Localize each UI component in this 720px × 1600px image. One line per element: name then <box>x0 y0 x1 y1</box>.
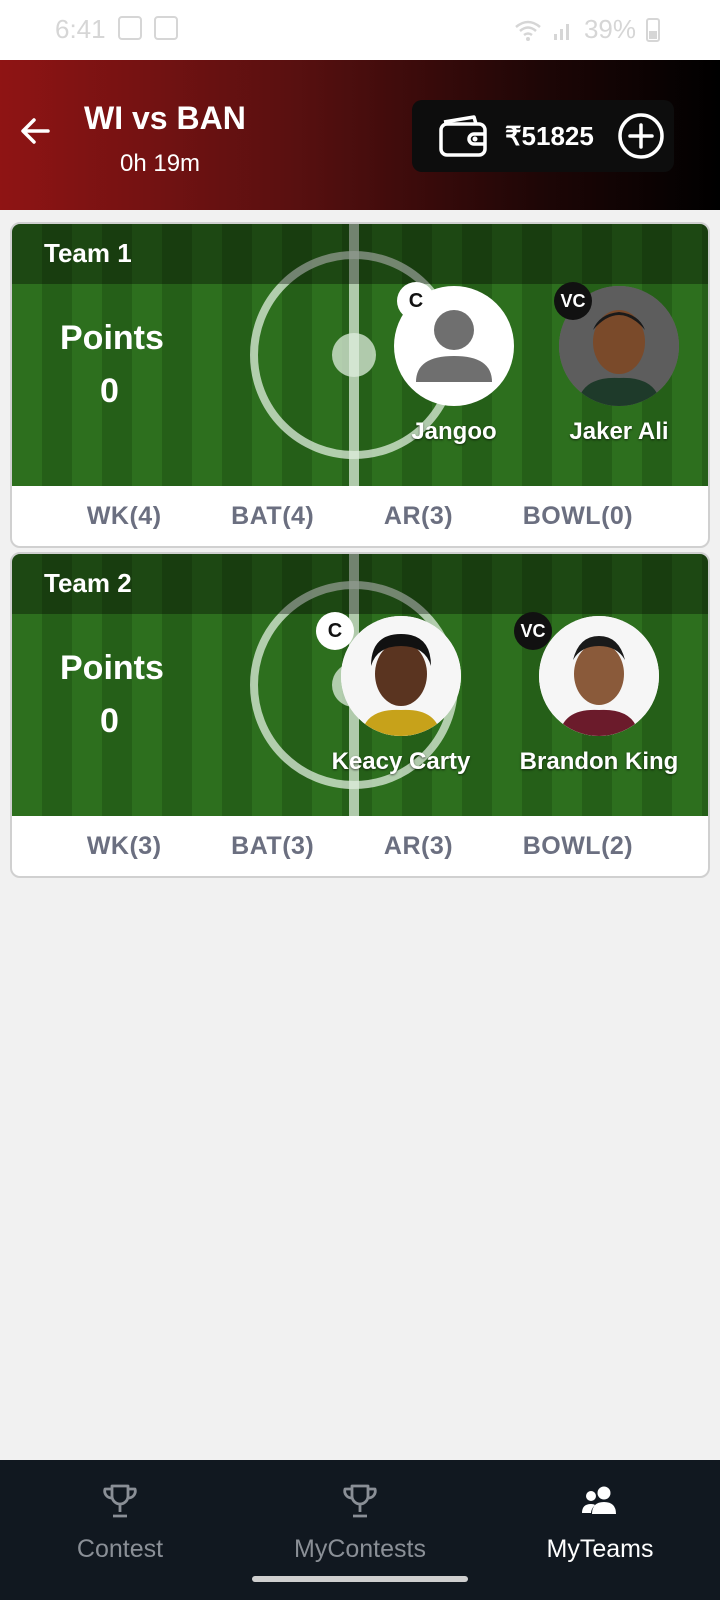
nav-contest-label: Contest <box>76 1535 164 1563</box>
ar-count: AR(3) <box>383 501 454 530</box>
status-time: 6:41 <box>55 14 106 44</box>
wifi-icon <box>515 20 541 41</box>
nav-mycontests[interactable]: MyContests <box>240 1482 480 1564</box>
battery-icon <box>646 17 660 42</box>
wallet-icon <box>439 115 487 157</box>
team-name: Team 1 <box>44 238 132 268</box>
team-card[interactable]: Team 2 Points 0 C Keacy Carty VC Brandon… <box>10 552 710 878</box>
vice-captain-badge: VC <box>514 612 552 650</box>
wallet-box[interactable]: ₹51825 <box>412 100 674 172</box>
bottom-navigation: Contest MyContests MyTeams <box>0 1460 720 1600</box>
player-avatar <box>539 616 659 736</box>
arrow-left-icon <box>21 118 50 144</box>
wk-count: WK(4) <box>86 501 162 530</box>
nav-myteams-label: MyTeams <box>546 1535 654 1563</box>
captain-player[interactable]: C Keacy Carty <box>316 612 486 776</box>
bat-count: BAT(3) <box>231 831 315 860</box>
status-notification-icons <box>118 16 178 40</box>
status-system-icons: 39% <box>514 14 660 45</box>
bat-count: BAT(4) <box>231 501 315 530</box>
captain-name: Keacy Carty <box>331 748 471 775</box>
role-counts: WK(4) BAT(4) AR(3) BOWL(0) <box>12 486 708 546</box>
player-photo-icon <box>341 616 461 736</box>
trophy-icon <box>343 1484 377 1518</box>
captain-player[interactable]: C Jangoo <box>369 282 539 446</box>
captain-badge: C <box>316 612 354 650</box>
nav-contest[interactable]: Contest <box>0 1482 240 1564</box>
status-bar: 6:41 39% <box>0 0 720 60</box>
wallet-balance: ₹51825 <box>505 121 594 151</box>
back-button[interactable] <box>18 114 52 148</box>
nav-mycontests-label: MyContests <box>294 1535 426 1563</box>
match-countdown: 0h 19m <box>120 150 201 177</box>
vice-captain-name: Jaker Ali <box>569 418 669 445</box>
wk-count: WK(3) <box>86 831 162 860</box>
vice-captain-name: Brandon King <box>519 748 679 775</box>
vice-captain-player[interactable]: VC Jaker Ali <box>534 282 704 446</box>
player-avatar <box>341 616 461 736</box>
points-value: 0 <box>100 702 119 740</box>
gallery-icon <box>154 16 178 40</box>
match-title: WI vs BAN <box>84 100 246 136</box>
bowl-count: BOWL(2) <box>522 831 634 860</box>
signal-icon <box>553 23 569 40</box>
notification-icon <box>118 16 142 40</box>
home-indicator[interactable] <box>252 1576 468 1582</box>
vice-captain-player[interactable]: VC Brandon King <box>514 612 684 776</box>
team-card[interactable]: Team 1 Points 0 C Jangoo VC Jaker Ali WK… <box>10 222 710 548</box>
player-photo-icon <box>539 616 659 736</box>
role-counts: WK(3) BAT(3) AR(3) BOWL(2) <box>12 816 708 876</box>
nav-myteams[interactable]: MyTeams <box>480 1482 720 1564</box>
match-header: WI vs BAN 0h 19m ₹51825 <box>0 60 720 210</box>
add-money-button[interactable] <box>617 112 665 160</box>
vice-captain-badge: VC <box>554 282 592 320</box>
trophy-icon <box>103 1484 137 1518</box>
bowl-count: BOWL(0) <box>522 501 634 530</box>
captain-badge: C <box>397 282 435 320</box>
people-icon <box>582 1486 616 1514</box>
points-value: 0 <box>100 372 119 410</box>
ar-count: AR(3) <box>383 831 454 860</box>
battery-percent: 39% <box>583 14 636 44</box>
team-pitch: Team 1 Points 0 C Jangoo VC Jaker Ali <box>12 224 708 486</box>
team-pitch: Team 2 Points 0 C Keacy Carty VC Brandon… <box>12 554 708 816</box>
captain-name: Jangoo <box>411 418 497 445</box>
points-label: Points <box>60 649 164 687</box>
points-label: Points <box>60 319 164 357</box>
team-name: Team 2 <box>44 568 132 598</box>
